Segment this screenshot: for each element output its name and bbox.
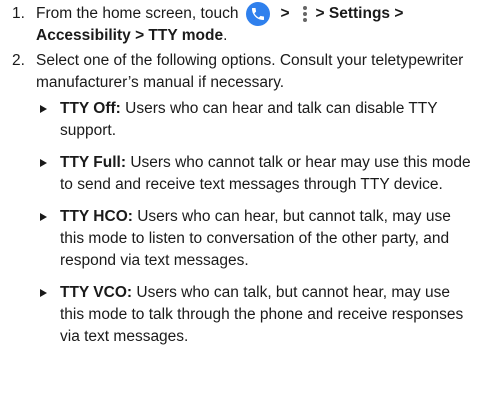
bullet-arrow-icon [40, 213, 47, 221]
step-1-path-end: Accessibility > TTY mode [36, 27, 224, 44]
bullet-arrow-icon [40, 289, 47, 297]
option-label: TTY Full: [60, 154, 127, 171]
step-1-line-1: From the home screen, touch > > Settings… [36, 2, 471, 26]
phone-icon [246, 2, 271, 26]
step-1-path: > Settings > [315, 5, 404, 22]
option-label: TTY HCO: [60, 208, 133, 225]
step-1-text: From the home screen, touch [36, 5, 239, 22]
option-item: TTY Full: Users who cannot talk or hear … [36, 152, 471, 196]
option-item: TTY HCO: Users who can hear, but cannot … [36, 206, 471, 272]
instructions-document: 1. From the home screen, touch > > Setti… [0, 0, 477, 402]
option-item: TTY VCO: Users who can talk, but cannot … [36, 282, 471, 348]
step-number: 2. [12, 52, 25, 69]
step-1-line-2: Accessibility > TTY mode. [36, 25, 471, 47]
option-label: TTY VCO: [60, 284, 133, 301]
step-1-period: . [223, 27, 228, 44]
option-item: TTY Off: Users who can hear and talk can… [36, 98, 471, 142]
option-list: TTY Off: Users who can hear and talk can… [36, 98, 471, 358]
bullet-arrow-icon [40, 159, 47, 167]
step-2-text: Select one of the following options. Con… [36, 52, 464, 91]
step-1-separator: > [280, 5, 290, 22]
option-label: TTY Off: [60, 100, 121, 117]
step-1-body: From the home screen, touch > > Settings… [36, 2, 471, 47]
bullet-arrow-icon [40, 105, 47, 113]
step-number: 1. [12, 5, 25, 22]
more-vert-icon [300, 4, 310, 24]
